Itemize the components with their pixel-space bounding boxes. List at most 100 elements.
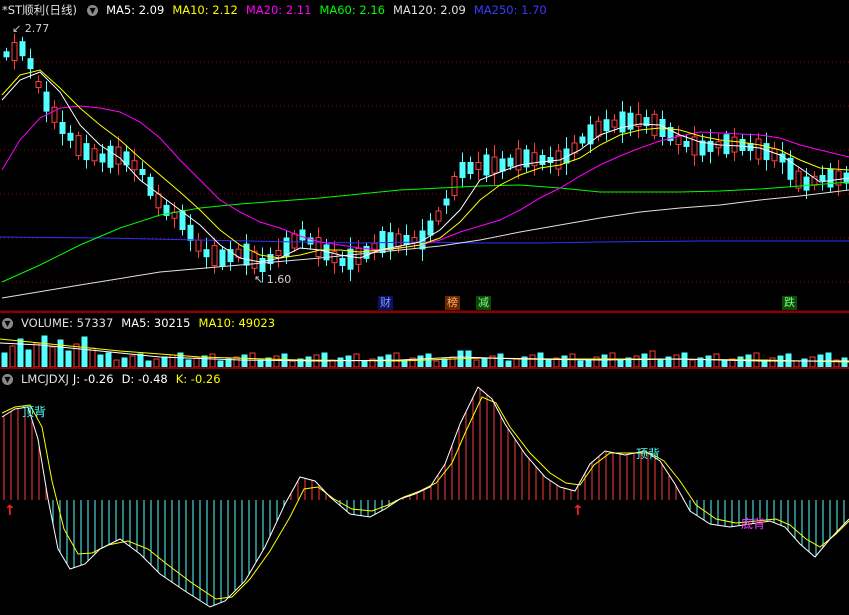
volume-bar: [465, 350, 472, 368]
candle-body: [315, 237, 322, 257]
candle-body: [491, 156, 498, 174]
candle-body: [83, 143, 90, 161]
volume-chart-panel[interactable]: ▼ VOLUME: 57337 MA5: 30215 MA10: 49023: [0, 313, 849, 368]
event-tag-drop[interactable]: 跌: [782, 296, 797, 310]
candle-body: [99, 153, 106, 163]
volume-bar: [561, 355, 568, 368]
volume-bar: [481, 357, 488, 368]
signal-top-label-2: 顶背: [636, 447, 661, 461]
volume-bar: [705, 355, 712, 368]
candle-body: [195, 239, 202, 252]
volume-bar: [305, 356, 312, 368]
circle-down-icon[interactable]: ▼: [87, 5, 99, 16]
volume-bar: [129, 355, 136, 368]
signal-bottom-label: 底背: [741, 517, 766, 531]
volume-bar: [825, 352, 832, 368]
volume-bar: [689, 359, 696, 368]
candle-body: [251, 250, 258, 269]
volume-bar: [57, 339, 64, 368]
volume-bar: [345, 355, 352, 368]
volume-bar: [633, 355, 640, 368]
volume-bar: [193, 357, 200, 368]
low-price-value: 1.60: [266, 273, 292, 286]
indicator-chart-panel[interactable]: ▼ LMCJDXJ J: -0.26 D: -0.48 K: -0.26 顶背 顶背 底…: [0, 369, 849, 615]
volume-bar: [593, 356, 600, 368]
volume-bar: [337, 357, 344, 368]
event-tag-list[interactable]: 榜: [445, 296, 460, 310]
candle-body: [211, 245, 218, 267]
signal-top-label-1: 顶背: [22, 405, 47, 419]
event-tag-finance[interactable]: 财: [378, 296, 393, 310]
high-price-label: ↙ 2.77: [12, 22, 50, 35]
volume-bar: [545, 359, 552, 368]
candle-body: [547, 157, 554, 163]
high-price-value: 2.77: [24, 22, 50, 35]
candle-body: [619, 111, 626, 133]
candle-body: [499, 158, 506, 172]
volume-bar: [113, 359, 120, 368]
indicator-d-label: D: -0.48: [121, 372, 168, 386]
candle-body: [155, 193, 162, 209]
event-tag-reduce[interactable]: 减: [476, 296, 491, 310]
circle-down-icon[interactable]: ▼: [2, 374, 13, 385]
volume-bar: [513, 358, 520, 368]
circle-down-icon[interactable]: ▼: [2, 318, 13, 329]
volume-bar: [425, 353, 432, 368]
volume-bar: [241, 354, 248, 368]
volume-bar: [377, 356, 384, 368]
volume-bar: [617, 359, 624, 368]
candle-body: [755, 138, 762, 160]
candle-body: [579, 136, 586, 144]
candle-body: [27, 58, 34, 70]
volume-bar: [769, 357, 776, 368]
volume-bar: [273, 355, 280, 368]
volume-bar: [161, 356, 168, 368]
candle-body: [459, 162, 466, 178]
volume-bar: [17, 338, 24, 368]
candle-body: [3, 51, 10, 58]
candle-body: [203, 249, 210, 258]
indicator-name: LMCJDXJ: [21, 372, 69, 386]
volume-bar: [441, 358, 448, 368]
candle-body: [283, 237, 290, 257]
buy-arrow-icon: ↑: [4, 503, 16, 519]
candle-body: [539, 155, 546, 165]
candle-body: [275, 250, 282, 256]
volume-bar: [473, 359, 480, 368]
indicator-j-line: [1, 386, 849, 608]
stock-title: *ST顺利(日线): [2, 3, 78, 17]
candle-body: [43, 91, 50, 112]
price-chart-canvas[interactable]: [0, 0, 849, 311]
ma120-label: MA120: 2.09: [393, 3, 466, 17]
volume-bar: [225, 358, 232, 368]
volume-ma5-label: MA5: 30215: [121, 316, 191, 330]
candle-body: [515, 148, 522, 171]
candle-body: [507, 157, 514, 167]
candle-body: [739, 139, 746, 151]
price-chart-panel[interactable]: *ST顺利(日线) ▼ MA5: 2.09 MA10: 2.12 MA20: 2.11 M…: [0, 0, 849, 311]
candle-body: [611, 119, 618, 128]
candle-body: [467, 162, 474, 174]
candle-body: [11, 42, 18, 61]
ma250-label: MA250: 1.70: [473, 3, 547, 17]
volume-bar: [569, 353, 576, 368]
candle-body: [299, 229, 306, 241]
volume-bar: [169, 354, 176, 368]
volume-bar: [49, 346, 56, 368]
candle-body: [451, 176, 458, 196]
ma60-label: MA60: 2.16: [319, 3, 385, 17]
indicator-header: ▼ LMCJDXJ J: -0.26 D: -0.48 K: -0.26: [2, 371, 229, 387]
volume-bar: [809, 356, 816, 368]
candle-body: [627, 112, 634, 130]
volume-bar: [601, 354, 608, 368]
candle-body: [803, 176, 810, 191]
candle-body: [395, 233, 402, 248]
indicator-chart-canvas[interactable]: [0, 369, 849, 615]
volume-bar: [529, 354, 536, 368]
volume-bar: [681, 352, 688, 368]
candle-body: [595, 120, 602, 137]
volume-bar: [713, 353, 720, 368]
candle-body: [91, 148, 98, 162]
volume-bar: [537, 352, 544, 368]
candle-body: [403, 235, 410, 245]
